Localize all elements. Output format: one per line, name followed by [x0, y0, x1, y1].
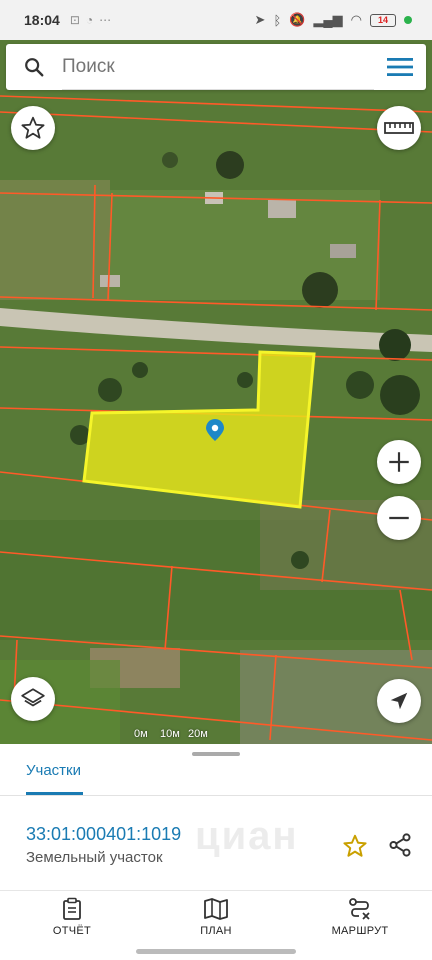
cian-watermark: циан: [195, 814, 299, 858]
parcel-cadastral-number[interactable]: 33:01:000401:1019: [26, 824, 181, 845]
map-view[interactable]: 0м 10м 20м: [0, 40, 432, 752]
nav-report[interactable]: ОТЧЁТ: [12, 897, 132, 945]
navigation-arrow-icon: [390, 692, 408, 710]
star-outline-icon: [343, 834, 367, 857]
share-button[interactable]: [385, 830, 415, 860]
zoom-in-button[interactable]: [377, 440, 421, 484]
nav-report-label: ОТЧЁТ: [52, 925, 92, 937]
plus-icon: [389, 452, 409, 472]
home-indicator[interactable]: [136, 949, 296, 954]
bluetooth-icon: ᛒ: [273, 12, 282, 28]
favorite-button[interactable]: [340, 831, 370, 861]
location-icon: ➤: [254, 12, 266, 27]
nav-route[interactable]: МАРШРУТ: [300, 897, 420, 945]
layers-button[interactable]: [11, 677, 55, 721]
status-bar: 18:04 ⊡ ◔ ⋯ ➤ ᛒ 🔕 ▂▄▆ ◠ 14: [0, 0, 432, 40]
layers-icon: [21, 688, 45, 707]
scale-bar: [137, 747, 201, 752]
minus-icon: [389, 516, 409, 520]
menu-icon[interactable]: [374, 44, 426, 90]
nav-plan-label: ПЛАН: [200, 925, 232, 937]
tab-parcels[interactable]: Участки: [26, 762, 81, 779]
parcel-sheet: Участки циан 33:01:000401:1019 Земельный…: [0, 744, 432, 894]
active-dot: [404, 16, 412, 24]
notification-icons: ⊡ ◔ ⋯: [70, 13, 111, 27]
route-icon: [349, 898, 370, 920]
search-input[interactable]: [62, 44, 374, 90]
bottom-navigation: ОТЧЁТ ПЛАН МАРШРУТ: [0, 890, 432, 946]
status-time: 18:04: [24, 12, 60, 28]
parcel-type: Земельный участок: [26, 849, 163, 866]
sheet-handle[interactable]: [192, 752, 240, 756]
ruler-button[interactable]: [377, 106, 421, 150]
nav-route-label: МАРШРУТ: [331, 925, 389, 937]
star-outline-icon: [21, 116, 45, 139]
nav-plan[interactable]: ПЛАН: [156, 897, 276, 945]
my-location-button[interactable]: [377, 679, 421, 723]
map-icon: [204, 898, 228, 920]
share-icon: [389, 833, 411, 857]
clipboard-icon: [63, 897, 81, 920]
battery-icon: 14: [370, 13, 396, 27]
messenger-icon: ◔: [85, 13, 94, 27]
zoom-out-button[interactable]: [377, 496, 421, 540]
system-icons: ➤ ᛒ 🔕 ▂▄▆ ◠ 14: [255, 12, 412, 28]
mute-icon: 🔕: [289, 12, 306, 27]
signal-icon: ▂▄▆: [313, 12, 343, 27]
sheet-divider: [0, 795, 432, 796]
more-dots-icon: ⋯: [99, 13, 112, 27]
wifi-icon: ◠: [350, 12, 362, 27]
ruler-icon: [384, 122, 414, 134]
search-bar: [6, 44, 426, 90]
favorites-button[interactable]: [11, 106, 55, 150]
satellite-map[interactable]: [0, 40, 432, 752]
search-icon[interactable]: [6, 44, 62, 90]
media-icon: ⊡: [69, 13, 80, 27]
